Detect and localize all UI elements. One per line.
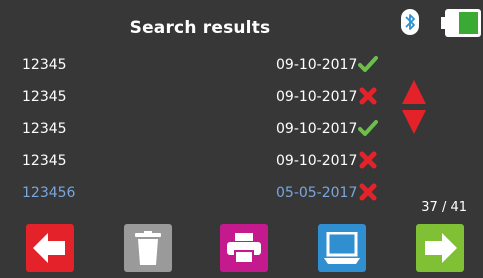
printer-icon	[227, 233, 261, 263]
record-date: 09-10-2017	[276, 153, 358, 169]
print-button[interactable]	[220, 224, 268, 272]
next-button[interactable]	[416, 224, 464, 272]
page-title: Search results	[129, 18, 271, 38]
record-date: 05-05-2017	[276, 185, 358, 201]
record-id: 12345	[22, 57, 67, 73]
cross-icon	[359, 183, 377, 201]
record-date: 09-10-2017	[276, 121, 358, 137]
header-bar: Search results	[0, 0, 483, 52]
table-row[interactable]: 12345 09-10-2017	[0, 146, 483, 178]
computer-icon	[324, 232, 360, 264]
record-id: 12345	[22, 153, 67, 169]
scroll-down-icon	[402, 110, 426, 134]
cross-icon	[359, 87, 377, 105]
record-id: 12345	[22, 89, 67, 105]
delete-button[interactable]	[124, 224, 172, 272]
bluetooth-icon	[401, 9, 419, 35]
page-counter: 37 / 41	[421, 200, 467, 215]
scroll-up-icon	[402, 80, 426, 104]
scroll-arrows[interactable]	[402, 80, 426, 134]
record-date: 09-10-2017	[276, 89, 358, 105]
computer-button[interactable]	[318, 224, 366, 272]
record-date: 09-10-2017	[276, 57, 358, 73]
table-row[interactable]: 12345 09-10-2017	[0, 50, 483, 82]
check-icon	[358, 120, 378, 136]
battery-icon	[441, 9, 481, 37]
arrow-left-icon	[33, 233, 65, 263]
cross-icon	[359, 151, 377, 169]
trash-icon	[135, 231, 161, 265]
table-row-selected[interactable]: 123456 05-05-2017	[0, 178, 483, 210]
back-button[interactable]	[26, 224, 74, 272]
record-id: 123456	[22, 185, 76, 201]
check-icon	[358, 56, 378, 72]
arrow-right-icon	[425, 233, 457, 263]
record-id: 12345	[22, 121, 67, 137]
